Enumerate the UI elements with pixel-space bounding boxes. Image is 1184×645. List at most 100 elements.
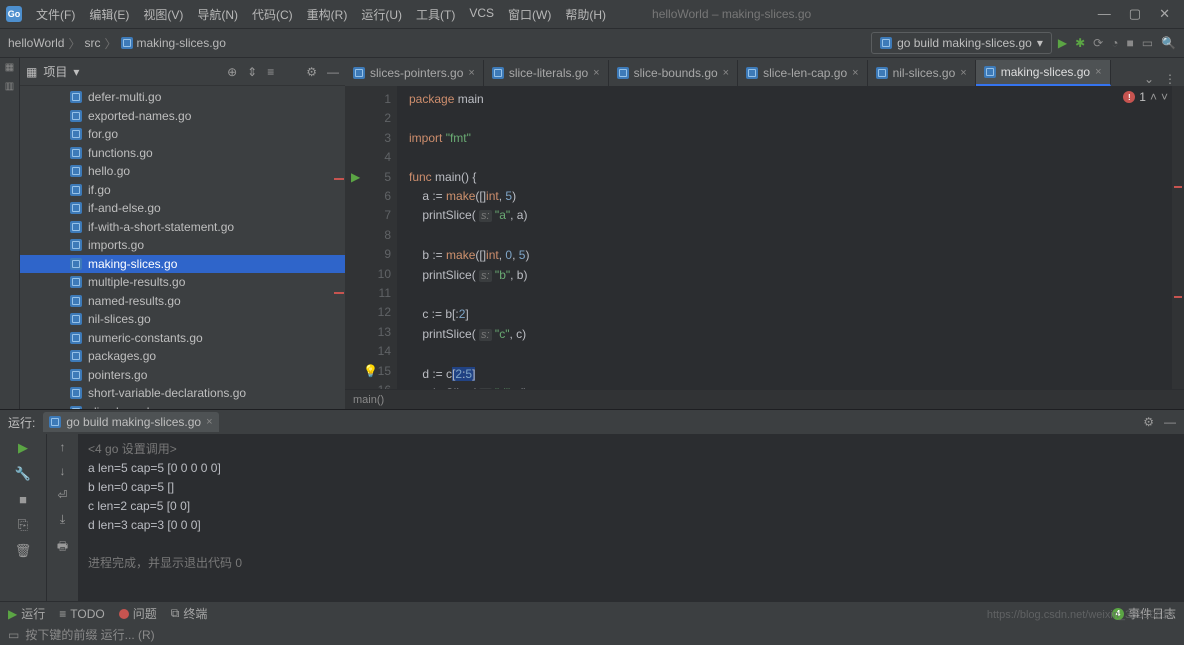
tree-file-item[interactable]: if-and-else.go <box>20 199 345 218</box>
dropdown-icon[interactable]: ▾ <box>73 65 79 79</box>
close-icon[interactable]: × <box>852 67 858 79</box>
close-icon[interactable]: × <box>468 67 474 79</box>
expand-icon[interactable]: ≡ <box>267 65 274 79</box>
tree-file-item[interactable]: making-slices.go <box>20 255 345 274</box>
code-breadcrumb[interactable]: main() <box>345 389 1184 409</box>
tree-file-item[interactable]: packages.go <box>20 347 345 366</box>
stop-icon[interactable]: ■ <box>19 492 27 507</box>
project-tool-icon[interactable]: ▦ <box>4 62 15 73</box>
tree-file-item[interactable]: if-with-a-short-statement.go <box>20 218 345 237</box>
search-icon[interactable]: 🔍 <box>1161 36 1176 50</box>
breadcrumbs: helloWorld〉src〉making-slices.go <box>8 35 226 52</box>
menu-item[interactable]: 编辑(E) <box>83 2 135 27</box>
tree-file-item[interactable]: nil-slices.go <box>20 310 345 329</box>
tree-file-item[interactable]: imports.go <box>20 236 345 255</box>
tree-file-item[interactable]: hello.go <box>20 162 345 181</box>
close-icon[interactable]: × <box>723 67 729 79</box>
editor-tab[interactable]: slice-bounds.go× <box>609 60 739 86</box>
menu-item[interactable]: 窗口(W) <box>502 2 557 27</box>
chevron-down-icon[interactable]: ⌄ <box>1144 72 1154 86</box>
collapse-icon[interactable]: ⇕ <box>247 65 257 79</box>
debug-icon[interactable]: ✱ <box>1075 36 1085 50</box>
run-icon[interactable]: ▶ <box>1058 36 1067 50</box>
wrench-icon[interactable]: 🔧 <box>15 466 31 482</box>
menu-item[interactable]: 工具(T) <box>410 2 461 27</box>
exit-icon[interactable]: ⎘ <box>18 517 28 533</box>
close-icon[interactable]: × <box>593 67 599 79</box>
profile-icon[interactable]: ◔ <box>1111 36 1118 50</box>
gear-icon[interactable]: ⚙ <box>306 65 317 79</box>
tree-file-item[interactable]: named-results.go <box>20 292 345 311</box>
code-content[interactable]: package main import "fmt" func main() { … <box>397 86 1184 389</box>
menu-item[interactable]: 帮助(H) <box>559 2 612 27</box>
breadcrumb-item[interactable]: making-slices.go <box>137 36 226 50</box>
tab-label: slice-literals.go <box>509 66 588 80</box>
editor-tab[interactable]: slice-literals.go × <box>484 60 609 86</box>
menu-item[interactable]: 重构(R) <box>301 2 354 27</box>
more-icon[interactable]: ⋮ <box>1164 72 1176 86</box>
menu-item[interactable]: 运行(U) <box>355 2 408 27</box>
close-icon[interactable]: ✕ <box>1159 6 1170 22</box>
console-output[interactable]: <4 go 设置调用> a len=5 cap=5 [0 0 0 0 0] b … <box>78 434 1184 601</box>
menu-item[interactable]: 导航(N) <box>191 2 244 27</box>
run-gutter-icon[interactable]: ▶ <box>351 168 360 187</box>
hide-icon[interactable]: — <box>1164 415 1176 429</box>
gear-icon[interactable]: ⚙ <box>1143 415 1154 429</box>
menu-item[interactable]: 代码(C) <box>246 2 299 27</box>
wrap-icon[interactable]: ⏎ <box>57 488 67 502</box>
scroll-icon[interactable]: ⤓ <box>60 512 65 527</box>
hint-bar: ▭ 按下键的前缀 运行... (R) <box>0 625 1184 645</box>
bulb-icon[interactable]: 💡 <box>363 362 378 381</box>
menu-item[interactable]: 文件(F) <box>30 2 81 27</box>
down-icon[interactable]: ↓ <box>60 464 66 478</box>
coverage-icon[interactable]: ⟳ <box>1093 36 1103 50</box>
editor-tab[interactable]: making-slices.go× <box>976 60 1111 86</box>
maximize-icon[interactable]: ▢ <box>1129 6 1141 22</box>
tree-file-item[interactable]: if.go <box>20 181 345 200</box>
close-icon[interactable]: × <box>206 416 212 428</box>
structure-icon[interactable]: ▭ <box>1142 36 1153 50</box>
print-icon[interactable]: 🖶 <box>57 537 68 558</box>
chevron-down-icon[interactable]: ˅ <box>1161 90 1168 104</box>
tree-file-item[interactable]: defer-multi.go <box>20 88 345 107</box>
hide-icon[interactable]: — <box>327 65 339 79</box>
minimize-icon[interactable]: — <box>1098 6 1111 22</box>
run-tab[interactable]: go build making-slices.go × <box>43 412 218 432</box>
tree-file-item[interactable]: slice-bounds.go <box>20 403 345 410</box>
error-stripe[interactable] <box>1172 86 1184 389</box>
breadcrumb-item[interactable]: src <box>85 36 101 50</box>
tree-file-item[interactable]: pointers.go <box>20 366 345 385</box>
locate-icon[interactable]: ⊕ <box>227 65 237 79</box>
rerun-icon[interactable]: ▶ <box>18 440 28 456</box>
chevron-up-icon[interactable]: ˄ <box>1150 90 1157 104</box>
run-config-selector[interactable]: go build making-slices.go ▾ <box>871 32 1052 54</box>
file-tree[interactable]: defer-multi.goexported-names.gofor.gofun… <box>20 86 345 409</box>
stop-icon[interactable]: ■ <box>1126 36 1133 50</box>
tree-file-item[interactable]: functions.go <box>20 144 345 163</box>
file-name: making-slices.go <box>88 257 177 271</box>
editor-tab[interactable]: slices-pointers.go× <box>345 60 484 86</box>
code-editor[interactable]: 1234▶567891011121314💡1516 package main i… <box>345 86 1184 389</box>
run-tool-button[interactable]: ▶运行 <box>8 605 45 622</box>
terminal-tool-button[interactable]: ⧉终端 <box>171 605 208 622</box>
trash-icon[interactable]: 🗑 <box>15 543 32 559</box>
menu-item[interactable]: 视图(V) <box>137 2 189 27</box>
file-name: nil-slices.go <box>88 312 151 326</box>
close-icon[interactable]: × <box>960 67 966 79</box>
editor-tab[interactable]: slice-len-cap.go× <box>738 60 867 86</box>
run-toolbar-2: ↑ ↓ ⏎ ⤓ 🖶 <box>46 434 78 601</box>
editor-tab[interactable]: nil-slices.go× <box>868 60 976 86</box>
tree-file-item[interactable]: for.go <box>20 125 345 144</box>
tree-file-item[interactable]: exported-names.go <box>20 107 345 126</box>
breadcrumb-item[interactable]: helloWorld <box>8 36 64 50</box>
folder-icon[interactable]: ▥ <box>4 81 15 92</box>
tree-file-item[interactable]: multiple-results.go <box>20 273 345 292</box>
close-icon[interactable]: × <box>1095 66 1101 78</box>
up-icon[interactable]: ↑ <box>60 440 66 454</box>
tree-file-item[interactable]: numeric-constants.go <box>20 329 345 348</box>
problems-tool-button[interactable]: 问题 <box>119 605 157 622</box>
todo-tool-button[interactable]: ≡TODO <box>59 607 104 621</box>
tree-file-item[interactable]: short-variable-declarations.go <box>20 384 345 403</box>
menu-item[interactable]: VCS <box>463 2 500 27</box>
error-indicator[interactable]: ! 1 ˄ ˅ <box>1123 90 1168 104</box>
